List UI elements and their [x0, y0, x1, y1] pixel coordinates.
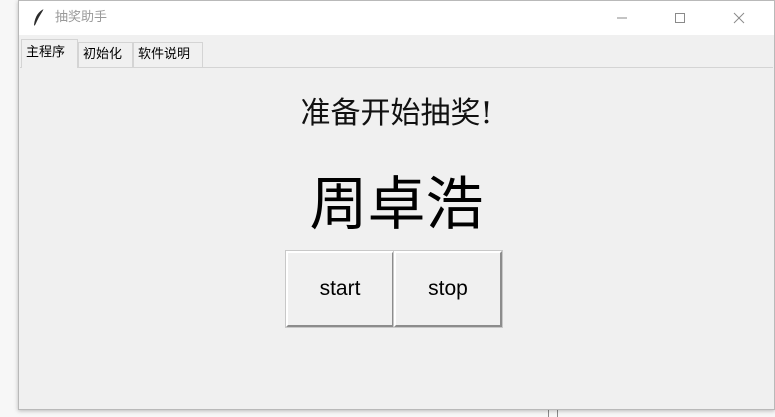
start-button[interactable]: start: [285, 250, 395, 328]
main-panel: 准备开始抽奖! 周卓浩 start stop: [20, 67, 773, 408]
close-button[interactable]: [716, 1, 762, 35]
app-window: 抽奖助手 主程序 初始化 软件说明 准备开始抽奖! 周卓浩 start stop: [18, 0, 775, 410]
close-icon: [733, 12, 745, 24]
minimize-icon: [617, 17, 627, 19]
tab-software-info[interactable]: 软件说明: [133, 42, 203, 67]
tab-main-program[interactable]: 主程序: [21, 39, 78, 68]
tab-bar: 主程序 初始化 软件说明: [19, 38, 774, 68]
desktop-background: 抽奖助手 主程序 初始化 软件说明 准备开始抽奖! 周卓浩 start stop: [0, 0, 775, 417]
window-title: 抽奖助手: [55, 10, 108, 25]
maximize-button[interactable]: [657, 1, 703, 35]
feather-icon: [34, 8, 45, 27]
status-text: 准备开始抽奖!: [300, 96, 493, 131]
winner-name: 周卓浩: [309, 170, 484, 238]
stop-button[interactable]: stop: [393, 250, 503, 328]
minimize-button[interactable]: [599, 1, 645, 35]
maximize-icon: [675, 13, 685, 23]
tab-initialize[interactable]: 初始化: [78, 42, 133, 67]
title-bar[interactable]: 抽奖助手: [19, 1, 774, 35]
